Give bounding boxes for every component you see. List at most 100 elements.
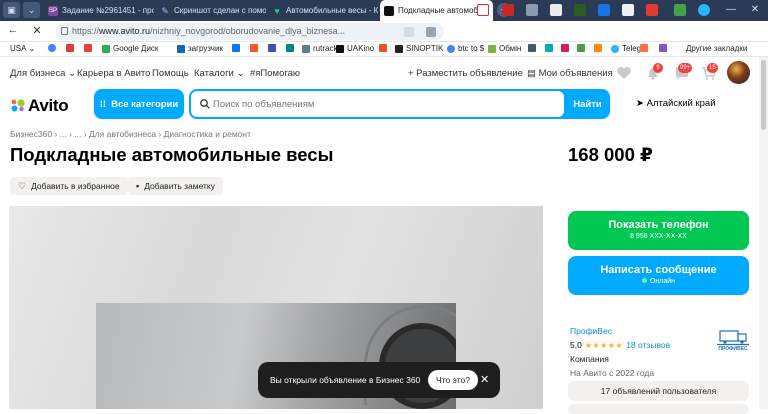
my-ads-link[interactable]: ▤ Мои объявления (527, 68, 613, 79)
search-input[interactable] (191, 91, 564, 117)
rutracker-icon (302, 44, 310, 53)
button-label: Добавить заметку (144, 181, 216, 191)
bookmark-icon[interactable] (594, 44, 605, 52)
bookmark-label: Обмін (499, 44, 522, 53)
other-bookmarks[interactable]: Другие закладки (686, 44, 747, 53)
russia-flag-icon[interactable] (477, 4, 489, 16)
site-icon (379, 44, 387, 52)
tab-list-chevron-icon[interactable]: ⌄ (23, 2, 40, 18)
all-categories-button[interactable]: ⁞⁞ Все категории (94, 89, 184, 119)
nav-catalogs[interactable]: Каталоги ⌄ (194, 68, 244, 79)
rating-value: 5,0 (570, 340, 582, 350)
bookmark-usa[interactable]: USA ⌄ (10, 44, 35, 53)
bookmark-loader[interactable]: загрузчик (177, 44, 223, 53)
breadcrumb[interactable]: Бизнес360 › ... › ... › Для автобизнеса … (10, 129, 251, 139)
extension-icon[interactable] (698, 4, 710, 16)
vk-icon[interactable] (232, 44, 243, 52)
bookmark-icon[interactable] (286, 44, 297, 52)
seller-name[interactable]: ПрофиВес (570, 326, 670, 336)
region-selector[interactable]: ➤ Алтайский край (636, 98, 716, 109)
bookmark-icon[interactable] (659, 44, 670, 52)
extension-icon[interactable] (598, 4, 610, 16)
browser-tab-2[interactable]: ✎ Скриншот сделан с помо (156, 0, 266, 21)
bookmark-icon[interactable] (640, 44, 651, 52)
nav-career[interactable]: Карьера в Авито (77, 68, 150, 79)
gmail-icon[interactable] (84, 44, 95, 52)
avito-logo[interactable]: Avito (10, 96, 69, 116)
star-rating-icon: ★★★★★ (584, 341, 624, 350)
browser-tab-1[interactable]: SP Задание №2961451 - прос (44, 0, 154, 21)
extension-icon[interactable] (646, 4, 658, 16)
extension-icon[interactable] (404, 27, 414, 37)
bookmark-icon[interactable] (268, 44, 279, 52)
document-icon: ▤ (527, 68, 536, 79)
google-logo-icon (48, 44, 56, 52)
close-icon[interactable]: ✕ (480, 373, 489, 386)
bookmark-icon[interactable] (379, 44, 390, 52)
avito-favicon-icon (384, 5, 394, 16)
extension-icon[interactable] (550, 4, 562, 16)
bookmark-icon[interactable] (561, 44, 572, 52)
status-label: Онлайн (649, 278, 676, 285)
nav-help-tag[interactable]: #яПомогаю (250, 68, 300, 79)
what-is-this-button[interactable]: Что это? (428, 370, 478, 390)
bookmark-telegram[interactable]: Telegr (611, 44, 644, 53)
find-button[interactable]: Найти (567, 91, 608, 117)
tab-title: Подкладные автомоби (398, 6, 480, 15)
extension-icon[interactable] (622, 4, 634, 16)
bookmark-btc[interactable]: btc to $ (447, 44, 484, 53)
bookmark-google-drive[interactable]: Google Диск (102, 44, 158, 53)
scrollbar-thumb[interactable] (761, 60, 766, 130)
browser-tab-3[interactable]: ♥ Автомобильные весы - К (268, 0, 378, 21)
write-message-button[interactable]: Написать сообщение Онлайн (568, 256, 749, 295)
bookmark-exchange[interactable]: Обмін (488, 44, 521, 53)
google-icon[interactable] (48, 44, 59, 52)
online-dot-icon (641, 278, 647, 283)
bookmark-sinoptik[interactable]: SINOPTIK (395, 44, 443, 53)
download-icon[interactable] (674, 4, 686, 16)
bookmark-label: USA (10, 44, 27, 53)
show-phone-button[interactable]: Показать телефон 8 958 XXX-XX-XX (568, 211, 749, 250)
extension-icon[interactable] (574, 4, 586, 16)
bookmark-icon[interactable] (545, 44, 556, 52)
seller-info: ПрофиВес 5,0 ★★★★★ 18 отзывов Компания На … (570, 326, 670, 378)
seller-since: На Авито с 2022 года (570, 368, 655, 378)
vk-logo-icon (232, 44, 240, 52)
seller-rating: 5,0 ★★★★★ 18 отзывов (570, 340, 670, 350)
seller-logo[interactable]: ПРОФИВЕС (716, 328, 750, 355)
url-field[interactable]: https://www.avito.ru/nizhniy_novgorod/ob… (56, 23, 444, 40)
favorites-heart-icon[interactable] (616, 65, 632, 81)
bookmark-icon[interactable] (250, 44, 261, 52)
bookmark-label: Google Диск (113, 44, 159, 53)
toast-message: Вы открыли объявление в Бизнес 360 (270, 375, 421, 385)
back-arrow-icon[interactable]: ← (6, 24, 20, 36)
nav-business[interactable]: Для бизнеса ⌄ (10, 68, 76, 79)
gmail-logo-icon (84, 44, 92, 52)
post-ad-link[interactable]: + Разместить объявление (408, 68, 523, 79)
reviews-link[interactable]: 18 отзывов (626, 340, 670, 350)
search-box: Найти (189, 89, 610, 119)
tab-actions-icon[interactable]: ▣ (3, 2, 20, 18)
url-host: www.avito.ru (99, 26, 151, 36)
avatar[interactable] (727, 61, 750, 84)
stop-loading-icon[interactable]: ✕ (30, 24, 44, 37)
bookmark-icon[interactable] (577, 44, 588, 52)
tab-title: Задание №2961451 - прос (62, 6, 154, 15)
close-window-icon[interactable]: ✕ (744, 1, 766, 19)
bookmark-icon[interactable] (426, 27, 436, 37)
browser-tab-strip: ▣ ⌄ SP Задание №2961451 - прос ✎ Скриншо… (0, 0, 768, 21)
extension-icon[interactable] (526, 4, 538, 16)
add-favorite-button[interactable]: ♡ Добавить в избранное (10, 177, 128, 195)
page-title: Подкладные автомобильные весы (10, 144, 334, 165)
add-note-button[interactable]: ▪ Добавить заметку (128, 177, 224, 195)
minimize-icon[interactable]: — (720, 1, 742, 19)
extension-icon[interactable] (502, 4, 514, 16)
price: 168 000 ₽ (568, 144, 653, 165)
nav-help[interactable]: Помощь (152, 68, 189, 79)
bookmark-uakino[interactable]: UAKino (336, 44, 374, 53)
site-icon (528, 44, 536, 52)
all-user-ads-button[interactable]: 17 объявлений пользователя (568, 381, 749, 401)
youtube-icon[interactable] (66, 44, 77, 52)
bookmark-icon[interactable] (528, 44, 539, 52)
tab-title: Скриншот сделан с помо (174, 6, 266, 15)
